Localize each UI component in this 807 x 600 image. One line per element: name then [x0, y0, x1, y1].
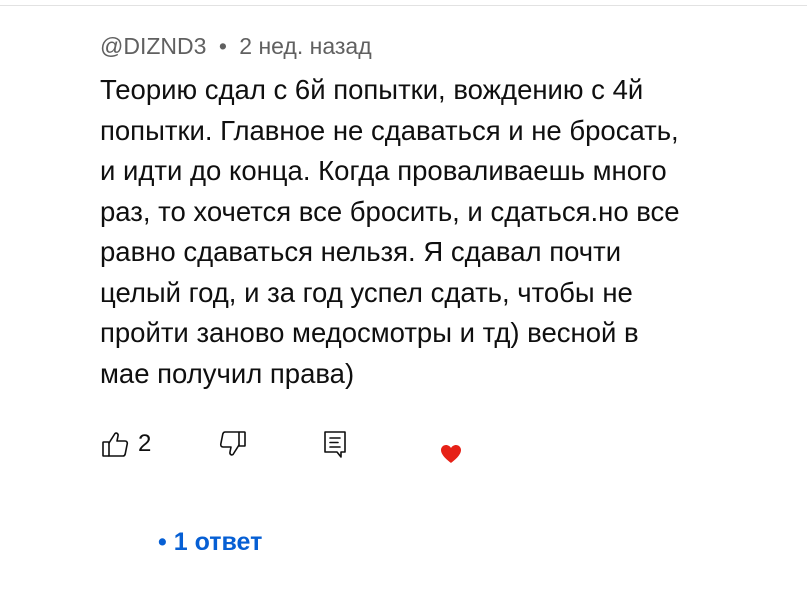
comment-header: @DIZND3 • 2 нед. назад — [100, 33, 372, 59]
like-count: 2 — [138, 430, 152, 457]
replies-toggle-button[interactable]: • 1 ответ — [158, 528, 262, 557]
header-separator: • — [218, 33, 227, 59]
top-divider — [0, 5, 807, 6]
dislike-button[interactable] — [218, 428, 248, 460]
thumbs-up-icon — [100, 429, 130, 459]
like-button[interactable]: 2 — [100, 428, 151, 460]
reply-comment-icon — [322, 429, 350, 459]
comment-text: Теорию сдал с 6й попытки, вождению с 4й … — [100, 74, 680, 389]
reply-button[interactable] — [322, 428, 350, 460]
replies-bullet: • — [158, 528, 167, 556]
replies-label: 1 ответ — [173, 528, 263, 556]
comment-author[interactable]: @DIZND3 — [100, 33, 206, 59]
creator-heart-icon — [440, 444, 462, 464]
thumbs-down-icon — [218, 429, 248, 459]
comment-timestamp[interactable]: 2 нед. назад — [239, 33, 371, 59]
creator-heart[interactable] — [440, 444, 462, 464]
